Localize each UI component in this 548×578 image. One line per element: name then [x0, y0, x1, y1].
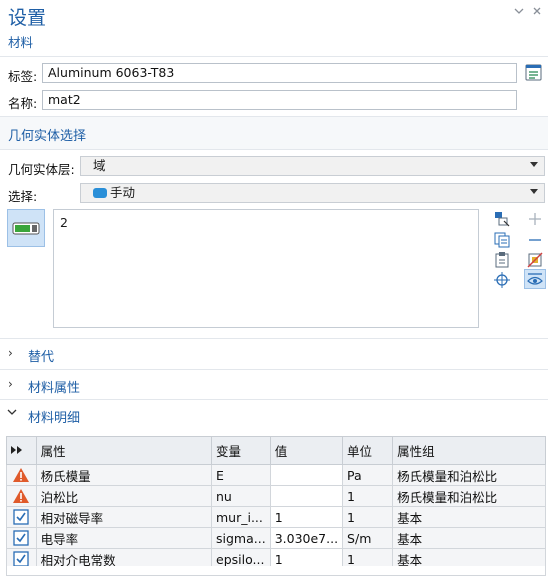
selection-list-item[interactable]: 2 — [60, 215, 68, 230]
page-title: 设置 — [8, 7, 47, 29]
divider — [0, 56, 548, 57]
chevron-right-icon: › — [8, 377, 13, 391]
property-cell: 电导率 — [35, 527, 213, 549]
variable-cell: nu — [211, 485, 271, 507]
override-section-header[interactable]: › 替代 — [0, 339, 548, 369]
table-row[interactable]: 相对磁导率 mur_i... 1 1 基本 — [6, 506, 546, 528]
property-cell: 相对磁导率 — [35, 506, 213, 528]
geometry-level-label: 几何实体层: — [8, 162, 75, 177]
selection-list[interactable]: 2 — [53, 209, 479, 328]
property-cell: 泊松比 — [35, 485, 213, 507]
select-box-icon[interactable] — [493, 210, 511, 228]
add-icon[interactable] — [526, 210, 544, 228]
expand-all-column[interactable] — [6, 436, 37, 465]
status-cell — [6, 506, 37, 528]
name-field-label: 名称: — [8, 96, 38, 111]
label-input[interactable]: Aluminum 6063-T83 — [42, 63, 517, 83]
name-input[interactable]: mat2 — [42, 90, 517, 110]
close-icon[interactable] — [532, 6, 542, 19]
property-group-cell: 基本 — [392, 527, 546, 549]
chevron-down-icon — [7, 406, 17, 420]
toggle-switch-icon — [12, 222, 40, 235]
property-cell: 杨氏模量 — [35, 464, 213, 486]
variable-cell: sigma... — [211, 527, 271, 549]
label-field-label: 标签: — [8, 69, 38, 84]
selection-label: 选择: — [8, 189, 38, 204]
status-cell — [6, 464, 37, 486]
table-empty-area — [6, 566, 546, 576]
property-group-cell: 杨氏模量和泊松比 — [392, 464, 546, 486]
material-properties-section-title: 材料属性 — [28, 381, 81, 396]
value-cell[interactable]: 3.030e7... — [269, 527, 344, 549]
checkbox-checked-icon — [13, 530, 29, 546]
unit-cell: 1 — [342, 506, 394, 528]
variable-cell: E — [211, 464, 271, 486]
material-contents-section-header[interactable]: 材料明细 — [0, 400, 548, 430]
material-contents-table: 属性 变量 值 单位 属性组 杨氏模量 E Pa 杨氏模量和泊松比 泊松比 nu… — [6, 436, 546, 570]
geometry-level-select[interactable]: 域 — [80, 156, 545, 176]
warning-icon — [13, 489, 30, 504]
selection-select[interactable]: 手动 — [80, 183, 545, 203]
property-group-cell: 基本 — [392, 506, 546, 528]
property-group-cell: 杨氏模量和泊松比 — [392, 485, 546, 507]
value-cell[interactable]: 1 — [269, 506, 344, 528]
remove-icon[interactable] — [526, 231, 544, 249]
unit-cell: Pa — [342, 464, 394, 486]
variable-cell: mur_i... — [211, 506, 271, 528]
dropdown-arrow-icon — [530, 189, 538, 194]
override-section-title: 替代 — [28, 350, 55, 365]
unit-cell: 1 — [342, 485, 394, 507]
table-row[interactable]: 泊松比 nu 1 杨氏模量和泊松比 — [6, 485, 546, 507]
status-cell — [6, 527, 37, 549]
divider — [0, 149, 548, 150]
geometry-level-value: 域 — [93, 158, 106, 173]
label-edit-icon[interactable] — [524, 63, 544, 83]
zoom-to-selection-icon[interactable] — [493, 271, 511, 289]
selection-color-icon — [93, 188, 107, 198]
geometry-section-title: 几何实体选择 — [8, 129, 87, 144]
visibility-toggle-button[interactable] — [524, 269, 546, 289]
checkbox-checked-icon — [13, 551, 29, 567]
property-column-header[interactable]: 属性 — [35, 436, 213, 465]
clear-selection-icon[interactable] — [526, 251, 544, 269]
unit-column-header[interactable]: 单位 — [342, 436, 394, 465]
active-toggle-button[interactable] — [7, 209, 45, 247]
status-cell — [6, 485, 37, 507]
material-properties-section-header[interactable]: › 材料属性 — [0, 370, 548, 400]
page-subtitle: 材料 — [8, 35, 34, 50]
variable-column-header[interactable]: 变量 — [211, 436, 271, 465]
chevron-down-icon[interactable] — [514, 6, 524, 19]
table-row[interactable]: 电导率 sigma... 3.030e7... S/m 基本 — [6, 527, 546, 549]
double-arrow-right-icon — [11, 446, 22, 454]
geometry-section-header[interactable]: 几何实体选择 — [0, 117, 548, 149]
paste-icon[interactable] — [493, 251, 511, 269]
value-column-header[interactable]: 值 — [269, 436, 344, 465]
selection-value: 手动 — [110, 185, 136, 200]
unit-cell: S/m — [342, 527, 394, 549]
table-row[interactable]: 杨氏模量 E Pa 杨氏模量和泊松比 — [6, 464, 546, 486]
table-header-row: 属性 变量 值 单位 属性组 — [6, 436, 546, 465]
value-cell[interactable] — [269, 464, 344, 486]
warning-icon — [13, 468, 30, 483]
copy-icon[interactable] — [493, 231, 511, 249]
property-group-column-header[interactable]: 属性组 — [392, 436, 546, 465]
checkbox-checked-icon — [13, 509, 29, 525]
value-cell[interactable] — [269, 485, 344, 507]
dropdown-arrow-icon — [530, 162, 538, 167]
eye-icon — [527, 273, 543, 285]
chevron-right-icon: › — [8, 346, 13, 360]
material-contents-section-title: 材料明细 — [28, 411, 81, 426]
